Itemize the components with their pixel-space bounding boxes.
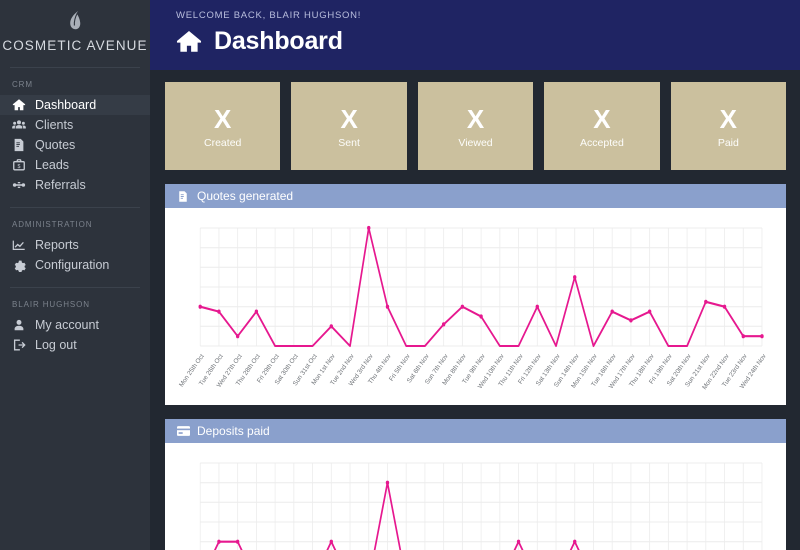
stat-label: Sent xyxy=(338,136,360,149)
sidebar-item-label: Clients xyxy=(35,118,74,132)
stat-value: X xyxy=(214,103,232,134)
briefcase-dollar-icon: $ xyxy=(12,158,26,172)
chart-deposits-paid[interactable]: Mon 25th OctTue 26th OctWed 27th OctThu … xyxy=(181,457,770,550)
chart-svg xyxy=(198,225,764,348)
stat-card-created[interactable]: X Created xyxy=(165,82,281,170)
sidebar-item-clients[interactable]: Clients xyxy=(0,115,150,135)
sidebar-item-quotes[interactable]: Quotes xyxy=(0,135,150,155)
users-icon xyxy=(12,118,26,132)
stat-value: X xyxy=(593,103,611,134)
sidebar-item-dashboard[interactable]: Dashboard xyxy=(0,95,150,115)
nav-section-label-user: BLAIR HUGHSON xyxy=(12,300,90,309)
sidebar-item-label: Quotes xyxy=(35,138,76,152)
stat-card-paid[interactable]: X Paid xyxy=(670,82,787,170)
panel-title: Quotes generated xyxy=(197,189,294,203)
stat-card-sent[interactable]: X Sent xyxy=(291,82,407,170)
stat-value: X xyxy=(340,103,358,134)
brand-logo[interactable]: COSMETIC AVENUE xyxy=(0,0,150,67)
stat-label: Paid xyxy=(717,136,739,149)
chart-line-icon xyxy=(12,238,26,252)
sidebar-item-configuration[interactable]: Configuration xyxy=(0,255,150,275)
panel-header: Deposits paid xyxy=(165,419,786,443)
handshake-icon xyxy=(12,178,26,192)
app-root: COSMETIC AVENUE CRM Dashboard Clients Qu… xyxy=(0,0,800,550)
panel-header: Quotes generated xyxy=(165,184,786,208)
page-title-row: Dashboard xyxy=(176,27,800,56)
sidebar-item-label: My account xyxy=(35,318,99,332)
sidebar-item-label: Log out xyxy=(35,338,77,352)
panel-title: Deposits paid xyxy=(197,424,270,438)
sidebar-item-my-account[interactable]: My account xyxy=(0,315,150,335)
stat-label: Viewed xyxy=(458,136,493,149)
stat-label: Created xyxy=(204,136,242,149)
stat-label: Accepted xyxy=(580,136,624,149)
svg-text:$: $ xyxy=(18,164,21,170)
nav-section-label-administration: ADMINISTRATION xyxy=(12,220,93,229)
sidebar-item-log-out[interactable]: Log out xyxy=(0,335,150,355)
panel-deposits-paid: Deposits paid Mon 25th OctTue 26th OctWe… xyxy=(165,419,786,550)
sidebar-item-label: Dashboard xyxy=(35,98,97,112)
home-icon xyxy=(12,98,26,112)
sidebar-item-leads[interactable]: $ Leads xyxy=(0,155,150,175)
panel-body: Mon 25th OctTue 26th OctWed 27th OctThu … xyxy=(165,208,786,405)
sidebar-item-label: Reports xyxy=(35,238,79,252)
sidebar-item-referrals[interactable]: Referrals xyxy=(0,175,150,195)
gear-icon xyxy=(12,258,26,272)
page-title: Dashboard xyxy=(214,27,343,55)
leaf-logo-icon xyxy=(0,10,150,36)
sidebar: COSMETIC AVENUE CRM Dashboard Clients Qu… xyxy=(0,0,150,550)
file-invoice-icon xyxy=(12,138,26,152)
logout-icon xyxy=(12,338,26,352)
panel-body: Mon 25th OctTue 26th OctWed 27th OctThu … xyxy=(165,443,786,550)
brand-name: COSMETIC AVENUE xyxy=(2,38,148,53)
stat-card-accepted[interactable]: X Accepted xyxy=(544,82,660,170)
main-content: WELCOME BACK, BLAIR HUGHSON! Dashboard X… xyxy=(150,0,800,550)
file-invoice-icon xyxy=(177,190,189,203)
home-icon xyxy=(176,29,202,55)
page-header: WELCOME BACK, BLAIR HUGHSON! Dashboard xyxy=(150,0,800,70)
chart-quotes-generated[interactable]: Mon 25th Oct Tue 26th Oct Wed 27th Oct Thu … xyxy=(178,222,770,401)
stat-value: X xyxy=(466,103,485,134)
stat-cards: X Created X Sent X Viewed X Accepted X P… xyxy=(150,70,800,170)
sidebar-item-reports[interactable]: Reports xyxy=(0,235,150,255)
nav-section-label-crm: CRM xyxy=(12,80,33,89)
chart-x-axis-labels: Mon 25th Oct Tue 26th Oct Wed 27th Oct Thu … xyxy=(178,353,770,401)
welcome-message: WELCOME BACK, BLAIR HUGHSON! xyxy=(176,10,362,21)
sidebar-item-label: Leads xyxy=(35,158,70,172)
stat-card-viewed[interactable]: X Viewed xyxy=(417,82,534,170)
sidebar-item-label: Configuration xyxy=(35,258,110,272)
sidebar-item-label: Referrals xyxy=(35,178,86,192)
credit-card-icon xyxy=(177,425,190,438)
user-icon xyxy=(12,318,26,332)
chart-svg xyxy=(199,462,763,550)
panel-quotes-generated: Quotes generated Mon 25th Oct Tue 26th Oc… xyxy=(165,184,786,405)
stat-value: X xyxy=(719,103,737,134)
